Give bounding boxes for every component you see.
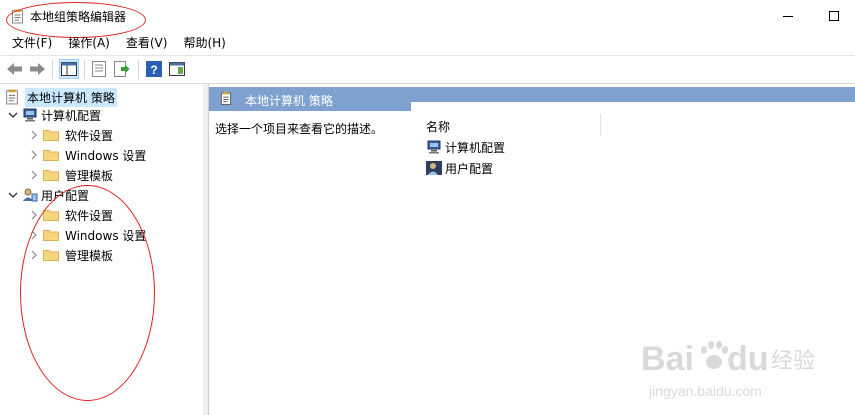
chevron-down-icon[interactable] (7, 109, 19, 121)
toolbar-separator (52, 60, 53, 79)
properties-icon (92, 61, 106, 77)
tree-item-label: 计算机配置 (41, 108, 102, 123)
menu-help[interactable]: 帮助(H) (177, 33, 233, 53)
back-button[interactable] (5, 59, 25, 79)
folder-icon (43, 210, 59, 221)
show-hide-tree-icon (61, 62, 77, 76)
maximize-icon (829, 11, 839, 21)
svg-text:du: du (727, 340, 769, 378)
svg-text:?: ? (150, 63, 157, 77)
folder-icon (43, 150, 59, 161)
chevron-right-icon[interactable] (28, 169, 40, 181)
list-item-label: 用户配置 (445, 161, 494, 176)
watermark-url: jingyan.baidu.com (648, 383, 762, 399)
chevron-right-icon[interactable] (28, 209, 40, 221)
back-icon (7, 63, 22, 75)
chevron-down-icon[interactable] (7, 189, 19, 201)
computer-config-icon (427, 140, 441, 154)
tree-item-label: 管理模板 (65, 248, 114, 263)
show-action-pane-icon (169, 62, 185, 76)
tree-item-user-config[interactable]: 用户配置 (7, 185, 89, 205)
policy-document-icon (6, 89, 18, 105)
list-item-user-config[interactable]: 用户配置 (426, 158, 493, 178)
help-icon: ? (146, 61, 162, 77)
folder-icon (43, 230, 59, 241)
menu-view[interactable]: 查看(V) (120, 33, 176, 53)
minimize-icon (783, 15, 793, 17)
toolbar-separator (138, 60, 139, 79)
tree-root-item[interactable]: 本地计算机 策略 (5, 87, 117, 107)
menu-bar: 文件(F) 操作(A) 查看(V) 帮助(H) (0, 33, 855, 53)
chevron-right-icon[interactable] (28, 249, 40, 261)
toolbar-separator (84, 60, 85, 79)
chevron-right-icon[interactable] (28, 229, 40, 241)
folder-icon (43, 130, 59, 141)
tree-root-label: 本地计算机 策略 (25, 87, 117, 107)
tree-item-user-software-settings[interactable]: 软件设置 (28, 205, 113, 225)
export-list-icon (114, 61, 130, 77)
folder-icon (43, 170, 59, 181)
svg-text:经验: 经验 (771, 348, 815, 373)
help-button[interactable]: ? (144, 59, 164, 79)
chevron-right-icon[interactable] (28, 149, 40, 161)
description-text: 选择一个项目来查看它的描述。 (215, 122, 384, 136)
toolbar: ? (0, 55, 855, 84)
tree-item-software-settings[interactable]: 软件设置 (28, 125, 113, 145)
tree-item-windows-settings[interactable]: Windows 设置 (28, 145, 146, 165)
tree-item-label: 用户配置 (41, 188, 90, 203)
user-config-icon (426, 161, 442, 175)
minimize-button[interactable] (765, 0, 811, 32)
policy-document-icon (220, 92, 232, 105)
tree-item-label: 管理模板 (65, 168, 114, 183)
tree-item-label: Windows 设置 (65, 148, 147, 163)
column-separator[interactable] (600, 114, 601, 136)
tree-item-computer-config[interactable]: 计算机配置 (7, 105, 101, 125)
forward-button[interactable] (27, 59, 47, 79)
watermark-brand-text: Bai (641, 340, 694, 378)
policy-document-icon (12, 9, 23, 24)
tree-item-user-admin-templates[interactable]: 管理模板 (28, 245, 113, 265)
export-list-button[interactable] (112, 59, 132, 79)
details-header-title: 本地计算机 策略 (245, 94, 333, 108)
properties-button[interactable] (89, 59, 109, 79)
paw-icon (701, 341, 728, 369)
computer-config-icon (23, 108, 37, 122)
user-config-icon (23, 188, 38, 202)
list-item-label: 计算机配置 (445, 140, 506, 155)
tree-item-label: Windows 设置 (65, 228, 147, 243)
chevron-right-icon[interactable] (28, 129, 40, 141)
tree-item-label: 软件设置 (65, 128, 114, 143)
tree-item-label: 软件设置 (65, 208, 114, 223)
column-header-name[interactable]: 名称 (426, 118, 450, 135)
window-title: 本地组策略编辑器 (30, 10, 127, 24)
show-action-pane-button[interactable] (167, 59, 187, 79)
maximize-button[interactable] (811, 0, 855, 32)
tree-item-user-windows-settings[interactable]: Windows 设置 (28, 225, 146, 245)
tree-item-admin-templates[interactable]: 管理模板 (28, 165, 113, 185)
folder-icon (43, 250, 59, 261)
tree-pane: 本地计算机 策略 计算机配置 软件设置 Windows 设置 管理模板 用户配置… (0, 84, 204, 415)
list-item-computer-config[interactable]: 计算机配置 (426, 137, 505, 157)
show-hide-tree-button[interactable] (59, 59, 79, 79)
menu-action[interactable]: 操作(A) (62, 33, 118, 53)
baidu-jingyan-watermark: Bai du 经验 jingyan.baidu.com (641, 340, 815, 399)
forward-icon (30, 63, 45, 75)
menu-file[interactable]: 文件(F) (0, 33, 60, 53)
title-bar: 本地组策略编辑器 (0, 0, 855, 38)
